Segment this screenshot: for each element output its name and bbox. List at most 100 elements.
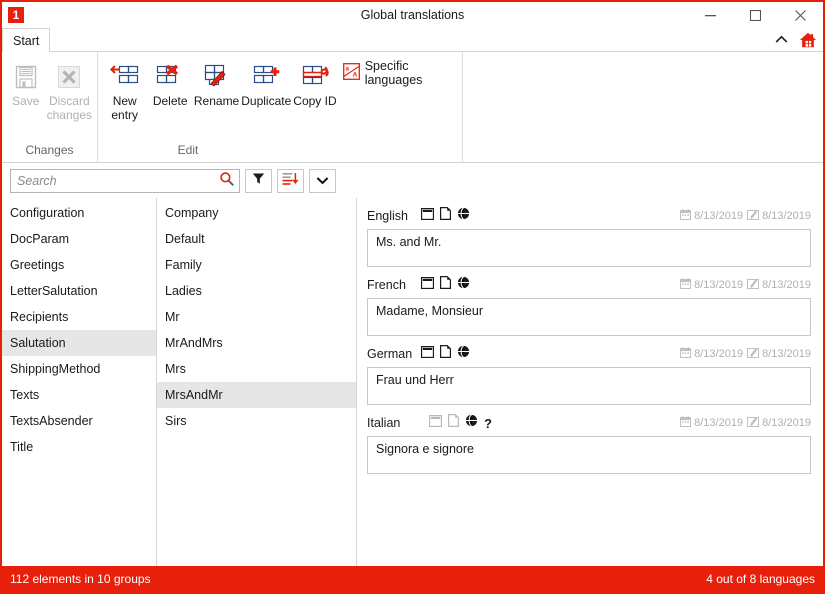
sort-descending-icon	[282, 172, 299, 191]
status-right-text: 4 out of 8 languages	[706, 572, 815, 586]
entry-list-item[interactable]: Ladies	[157, 278, 356, 304]
minimize-button[interactable]	[688, 2, 733, 28]
document-icon[interactable]	[440, 345, 451, 363]
language-header: Italian ? 8/13/2019 8/13/2019	[367, 413, 811, 433]
language-flags	[420, 345, 470, 363]
rename-button[interactable]: Rename	[193, 56, 240, 108]
globe-icon[interactable]	[457, 207, 470, 225]
group-list-item[interactable]: Recipients	[2, 304, 156, 330]
chevron-up-icon[interactable]	[772, 32, 791, 48]
entry-list-item[interactable]: MrAndMrs	[157, 330, 356, 356]
duplicate-button[interactable]: Duplicate	[240, 56, 292, 108]
svg-text:A: A	[352, 72, 357, 79]
group-list-item[interactable]: Title	[2, 434, 156, 460]
maximize-button[interactable]	[733, 2, 778, 28]
entry-list-item[interactable]: Default	[157, 226, 356, 252]
entry-list-item-label: Default	[165, 232, 205, 246]
document-icon[interactable]	[440, 207, 451, 225]
window-icon[interactable]	[420, 207, 435, 225]
ribbon-group-edit: New entry Delete Rename Duplicate Copy I…	[97, 52, 462, 162]
translation-text-italian[interactable]: Signora e signore	[367, 436, 811, 474]
window-icon[interactable]	[420, 345, 435, 363]
group-list-item[interactable]: Configuration	[2, 200, 156, 226]
rename-icon	[200, 60, 234, 94]
group-list-item[interactable]: Texts	[2, 382, 156, 408]
search-box[interactable]	[10, 169, 240, 193]
edit-pencil-icon	[747, 347, 760, 361]
funnel-icon	[252, 172, 265, 190]
created-date: 8/13/2019	[694, 348, 744, 360]
created-date: 8/13/2019	[694, 417, 744, 429]
svg-text:a: a	[345, 66, 349, 73]
title-bar: 1 Global translations	[2, 2, 823, 28]
window-icon[interactable]	[428, 414, 443, 432]
save-button-label: Save	[12, 94, 40, 108]
group-list-item-selected[interactable]: Salutation	[2, 330, 156, 356]
more-options-button[interactable]	[309, 169, 336, 193]
magnifier-icon[interactable]	[219, 171, 235, 192]
home-button[interactable]	[799, 31, 817, 49]
group-list-item[interactable]: TextsAbsender	[2, 408, 156, 434]
question-mark-icon[interactable]: ?	[484, 417, 492, 430]
entry-list-item[interactable]: Family	[157, 252, 356, 278]
document-icon[interactable]	[448, 414, 459, 432]
ribbon-group-edit-label: Edit	[177, 143, 199, 157]
specific-languages-button[interactable]: a A Specific languages	[338, 59, 458, 87]
duplicate-icon	[249, 60, 283, 94]
group-list-item-label: TextsAbsender	[10, 414, 93, 428]
language-name: Italian	[367, 416, 401, 430]
translation-text-german[interactable]: Frau und Herr	[367, 367, 811, 405]
language-block-english: English 8/13/2019 8/13/2019 Ms. and Mr.	[367, 206, 811, 267]
language-meta: 8/13/2019 8/13/2019	[680, 347, 811, 361]
entry-list-item-label: Ladies	[165, 284, 202, 298]
translation-text-english[interactable]: Ms. and Mr.	[367, 229, 811, 267]
ribbon: Save Discard changes Changes New entry D…	[2, 51, 823, 163]
save-icon	[11, 60, 41, 94]
language-block-german: German 8/13/2019 8/13/2019 Frau und Herr	[367, 344, 811, 405]
group-list-item[interactable]: ShippingMethod	[2, 356, 156, 382]
groups-list[interactable]: Configuration DocParam Greetings LetterS…	[2, 198, 157, 566]
entry-list-item[interactable]: Mrs	[157, 356, 356, 382]
group-list-item-label: Title	[10, 440, 34, 454]
globe-icon[interactable]	[465, 414, 478, 432]
delete-button-label: Delete	[152, 94, 188, 108]
close-button[interactable]	[778, 2, 823, 28]
translation-text-french[interactable]: Madame, Monsieur	[367, 298, 811, 336]
entry-list-item[interactable]: Company	[157, 200, 356, 226]
language-header: English 8/13/2019 8/13/2019	[367, 206, 811, 226]
discard-changes-button[interactable]: Discard changes	[46, 56, 93, 122]
language-meta: 8/13/2019 8/13/2019	[680, 416, 811, 430]
language-name: German	[367, 347, 413, 361]
save-button[interactable]: Save	[6, 56, 46, 108]
group-list-item[interactable]: LetterSalutation	[2, 278, 156, 304]
globe-icon[interactable]	[457, 276, 470, 294]
entry-list-item-label: Family	[165, 258, 202, 272]
window-controls	[688, 2, 823, 28]
copy-id-button[interactable]: Copy ID	[292, 56, 337, 108]
group-list-item[interactable]: Greetings	[2, 252, 156, 278]
entry-list-item-selected[interactable]: MrsAndMr	[157, 382, 356, 408]
status-bar: 112 elements in 10 groups 4 out of 8 lan…	[2, 566, 823, 592]
globe-icon[interactable]	[457, 345, 470, 363]
calendar-icon	[680, 416, 692, 430]
main-content: Configuration DocParam Greetings LetterS…	[2, 198, 823, 566]
search-input[interactable]	[17, 174, 219, 188]
window-icon[interactable]	[420, 276, 435, 294]
filter-button[interactable]	[245, 169, 272, 193]
sort-button[interactable]	[277, 169, 304, 193]
group-list-item-label: LetterSalutation	[10, 284, 98, 298]
new-entry-button[interactable]: New entry	[102, 56, 147, 122]
entries-list[interactable]: Company Default Family Ladies Mr MrAndMr…	[157, 198, 357, 566]
created-date: 8/13/2019	[694, 210, 744, 222]
language-block-italian: Italian ? 8/13/2019 8/13/2019 Signora e …	[367, 413, 811, 474]
tab-start[interactable]: Start	[2, 28, 51, 52]
ribbon-group-changes-label: Changes	[25, 143, 74, 157]
group-list-item-label: Texts	[10, 388, 40, 402]
ribbon-group-edit-items: New entry Delete Rename Duplicate Copy I…	[98, 56, 462, 122]
delete-button[interactable]: Delete	[147, 56, 192, 108]
document-icon[interactable]	[440, 276, 451, 294]
group-list-item[interactable]: DocParam	[2, 226, 156, 252]
minimize-icon	[705, 14, 716, 16]
entry-list-item[interactable]: Mr	[157, 304, 356, 330]
entry-list-item[interactable]: Sirs	[157, 408, 356, 434]
